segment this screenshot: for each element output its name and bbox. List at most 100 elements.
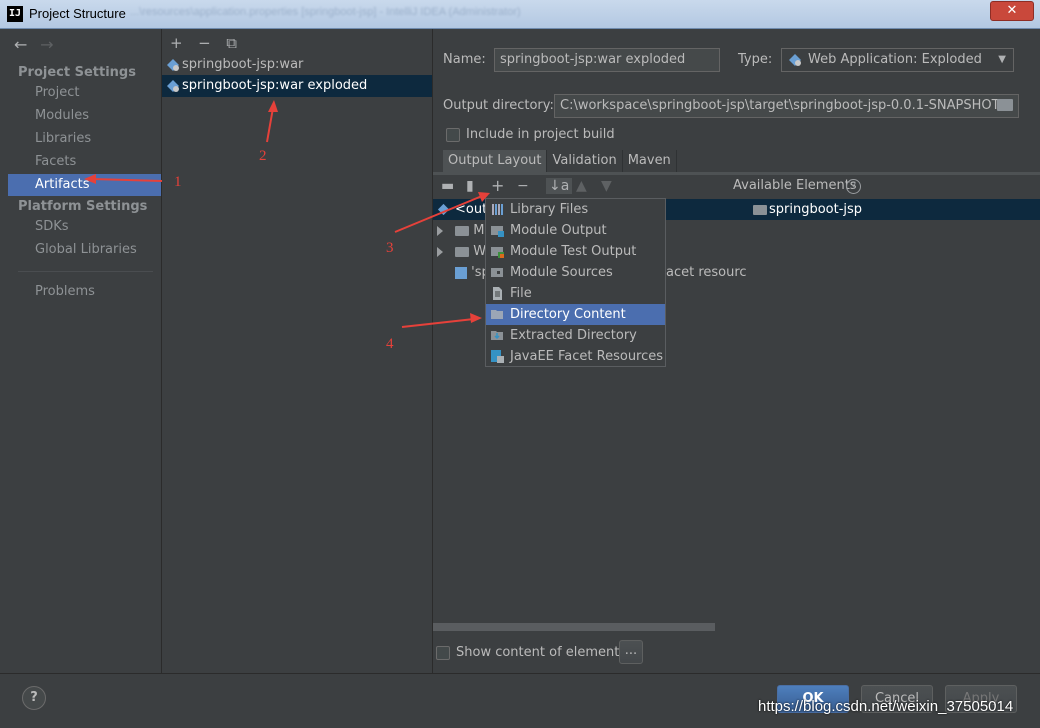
module-folder-icon	[753, 205, 767, 215]
menu-item-label: Library Files	[510, 202, 589, 217]
output-dir-value: C:\workspace\springboot-jsp\target\sprin…	[560, 98, 1000, 113]
library-icon	[492, 204, 503, 215]
annotation-1: 1	[174, 174, 182, 190]
copy-icon[interactable]: ⧉	[226, 34, 250, 52]
annotation-2: 2	[259, 148, 267, 164]
menu-item-extracted-directory[interactable]: Extracted Directory	[486, 325, 665, 346]
add-element-menu: Library Files Module Output Module Test …	[485, 198, 666, 367]
include-build-checkbox[interactable]	[446, 128, 460, 142]
web-artifact-icon	[167, 80, 179, 92]
web-artifact-icon	[437, 203, 450, 216]
folder-icon	[455, 225, 470, 236]
javaee-facet-icon	[491, 350, 504, 363]
artifacts-toolbar: + − ⧉	[170, 34, 250, 52]
menu-item-module-test-output[interactable]: Module Test Output	[486, 241, 665, 262]
artifact-item-selected[interactable]: springboot-jsp:war exploded	[162, 75, 432, 97]
nav-history: ← →	[14, 35, 62, 55]
menu-item-label: JavaEE Facet Resources	[510, 349, 664, 364]
artifact-label: springboot-jsp:war	[182, 57, 304, 72]
tab-validation[interactable]: Validation	[547, 150, 623, 172]
close-button[interactable]: ✕	[990, 1, 1034, 21]
artifact-label: springboot-jsp:war exploded	[182, 78, 368, 93]
menu-item-library-files[interactable]: Library Files	[486, 199, 665, 220]
available-elements-label: Available Elements	[733, 178, 857, 193]
help-button[interactable]: ?	[22, 686, 46, 710]
facet-resource-icon	[455, 266, 467, 279]
output-dir-field[interactable]: C:\workspace\springboot-jsp\target\sprin…	[554, 94, 1019, 118]
folder-browse-icon[interactable]	[997, 99, 1013, 111]
remove-icon[interactable]: −	[198, 34, 222, 52]
window-titlebar: IJ Project Structure ...\resources\appli…	[0, 0, 1040, 29]
new-folder-icon[interactable]: ▬	[441, 178, 454, 194]
menu-item-file[interactable]: File	[486, 283, 665, 304]
sort-icon[interactable]: ↓a	[546, 178, 573, 194]
ellipsis-button[interactable]: ...	[619, 640, 643, 664]
web-artifact-icon	[789, 54, 801, 66]
expand-icon[interactable]	[437, 225, 443, 236]
menu-item-javaee-facet-resources[interactable]: JavaEE Facet Resources	[486, 346, 665, 367]
intellij-icon: IJ	[7, 6, 23, 22]
show-content-label: Show content of elements	[456, 645, 627, 660]
menu-item-label: Module Output	[510, 223, 607, 238]
nav-item-problems[interactable]: Problems	[8, 281, 161, 303]
directory-icon	[491, 310, 503, 319]
tab-maven[interactable]: Maven	[623, 150, 677, 172]
nav-item-project[interactable]: Project	[8, 82, 161, 104]
available-item[interactable]: springboot-jsp	[731, 199, 1040, 220]
forward-arrow-icon[interactable]: →	[40, 35, 62, 54]
menu-item-label: Directory Content	[510, 307, 626, 322]
nav-item-modules[interactable]: Modules	[8, 105, 161, 127]
menu-item-label: Module Sources	[510, 265, 613, 280]
expand-icon[interactable]	[437, 246, 443, 257]
name-label: Name:	[443, 52, 486, 67]
platform-settings-header: Platform Settings	[18, 199, 148, 214]
menu-item-directory-content[interactable]: Directory Content	[486, 304, 665, 325]
annotation-4: 4	[386, 336, 394, 352]
tree-row-label: M	[473, 223, 485, 238]
annotation-3: 3	[386, 240, 394, 256]
type-label: Type:	[738, 52, 773, 67]
menu-item-label: File	[510, 286, 532, 301]
available-elements-tree: springboot-jsp	[731, 199, 1040, 623]
nav-item-global-libraries[interactable]: Global Libraries	[8, 239, 161, 261]
remove-element-icon[interactable]: −	[517, 178, 529, 194]
watermark: https://blog.csdn.net/weixin_37505014	[758, 698, 1014, 715]
type-select[interactable]: Web Application: Exploded ▼	[781, 48, 1014, 72]
back-arrow-icon[interactable]: ←	[14, 35, 36, 54]
project-settings-header: Project Settings	[18, 65, 136, 80]
window-title-path: ...\resources\application.properties [sp…	[130, 6, 521, 18]
help-icon[interactable]: ?	[846, 179, 861, 194]
module-output-icon	[491, 226, 504, 237]
tree-row-meta[interactable]: M	[433, 220, 485, 241]
menu-item-module-sources[interactable]: Module Sources	[486, 262, 665, 283]
show-content-checkbox[interactable]	[436, 646, 450, 660]
move-up-icon[interactable]: ▲	[576, 178, 587, 194]
name-field[interactable]: springboot-jsp:war exploded	[494, 48, 720, 72]
add-icon[interactable]: +	[170, 34, 194, 52]
artifact-item[interactable]: springboot-jsp:war	[162, 54, 432, 76]
tab-output-layout[interactable]: Output Layout	[443, 150, 548, 172]
move-down-icon[interactable]: ▼	[601, 178, 612, 194]
nav-item-facets[interactable]: Facets	[8, 151, 161, 173]
layout-toolbar: ▬ ▮ + − ↓a ▲ ▼ Available Elements ?	[433, 175, 1040, 199]
menu-item-module-output[interactable]: Module Output	[486, 220, 665, 241]
nav-item-sdks[interactable]: SDKs	[8, 216, 161, 238]
module-sources-icon	[491, 268, 503, 277]
tree-row-web[interactable]: W	[433, 241, 486, 262]
menu-item-label: Extracted Directory	[510, 328, 637, 343]
settings-nav: ← → Project Settings Project Modules Lib…	[8, 29, 162, 673]
nav-item-libraries[interactable]: Libraries	[8, 128, 161, 150]
nav-divider	[18, 271, 153, 272]
web-artifact-icon	[167, 59, 179, 71]
tree-row-facet-resources[interactable]: 'sp acet resourc	[433, 262, 747, 283]
folder-icon	[455, 246, 470, 257]
add-element-icon[interactable]: +	[491, 176, 504, 195]
horizontal-scrollbar[interactable]	[433, 623, 715, 631]
chevron-down-icon: ▼	[998, 54, 1006, 65]
type-value: Web Application: Exploded	[808, 52, 982, 67]
module-test-output-icon	[491, 247, 504, 258]
output-dir-label: Output directory:	[443, 98, 554, 113]
archive-icon[interactable]: ▮	[466, 178, 474, 194]
extracted-directory-icon	[491, 331, 503, 340]
nav-item-artifacts[interactable]: Artifacts	[8, 174, 161, 196]
